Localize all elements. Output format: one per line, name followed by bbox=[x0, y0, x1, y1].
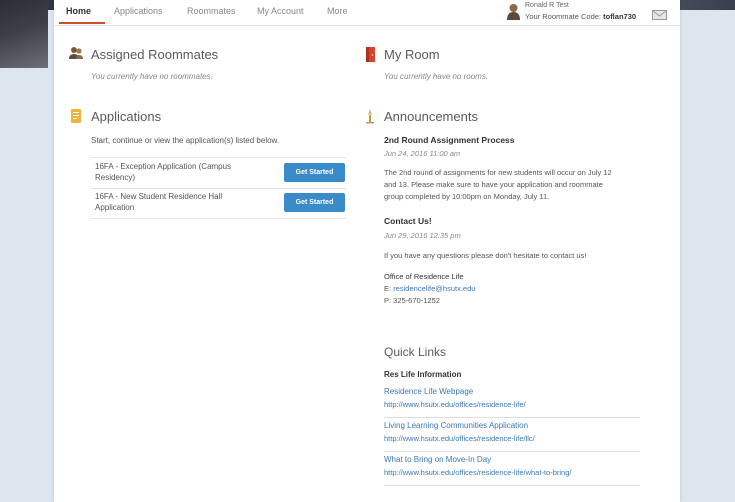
active-tab-indicator bbox=[59, 22, 105, 24]
user-avatar-icon[interactable] bbox=[506, 3, 521, 20]
main-panel: Home Applications Roommates My Account M… bbox=[54, 0, 680, 502]
quick-link-name[interactable]: Living Learning Communities Application bbox=[384, 421, 528, 430]
tab-applications[interactable]: Applications bbox=[114, 6, 163, 16]
roommate-code-value: toflan730 bbox=[603, 12, 637, 21]
roommates-title: Assigned Roommates bbox=[91, 47, 219, 62]
roommates-icon bbox=[69, 47, 83, 59]
get-started-button[interactable]: Get Started bbox=[284, 163, 345, 182]
quick-link-item: What to Bring on Move-In Day http://www.… bbox=[384, 453, 640, 486]
office-email-label: E: bbox=[384, 284, 392, 293]
office-phone: P: 325-670-1252 bbox=[384, 296, 440, 305]
my-room-empty-text: You currently have no rooms. bbox=[384, 72, 489, 81]
announcement-title: 2nd Round Assignment Process bbox=[384, 135, 515, 145]
quick-link-url[interactable]: http://www.hsutx.edu/offices/residence-l… bbox=[384, 434, 535, 443]
my-room-title: My Room bbox=[384, 47, 440, 62]
announcement-body: If you have any questions please don't h… bbox=[384, 250, 644, 262]
application-name-line2: Application bbox=[95, 202, 135, 212]
announcement-body-line: The 2nd round of assignments for new stu… bbox=[384, 168, 612, 177]
announcement-date: Jun 29, 2016 12:35 pm bbox=[384, 231, 461, 240]
announcement-date: Jun 24, 2016 11:00 am bbox=[384, 149, 461, 158]
office-contact: Office of Residence Life E: residencelif… bbox=[384, 271, 644, 307]
office-name: Office of Residence Life bbox=[384, 272, 464, 281]
application-row: 16FA - New Student Residence Hall Applic… bbox=[91, 188, 346, 219]
mail-icon[interactable] bbox=[652, 10, 667, 20]
office-email-link[interactable]: residencelife@hsutx.edu bbox=[393, 284, 475, 293]
roommate-code-label: Your Roommate Code: bbox=[525, 12, 602, 21]
header-banner-image-left bbox=[0, 0, 48, 68]
quick-link-url[interactable]: http://www.hsutx.edu/offices/residence-l… bbox=[384, 468, 571, 477]
quick-link-url[interactable]: http://www.hsutx.edu/offices/residence-l… bbox=[384, 400, 526, 409]
announcement-body-line: If you have any questions please don't h… bbox=[384, 251, 587, 260]
announcements-title: Announcements bbox=[384, 109, 478, 124]
announcement-body-line: group completed by 10:00pm on Monday, Ju… bbox=[384, 192, 550, 201]
get-started-button[interactable]: Get Started bbox=[284, 193, 345, 212]
application-name-line1: 16FA - Exception Application (Campus bbox=[95, 162, 232, 171]
quick-link-item: Living Learning Communities Application … bbox=[384, 419, 640, 452]
quick-link-item: Residence Life Webpage http://www.hsutx.… bbox=[384, 385, 640, 418]
application-name: 16FA - New Student Residence Hall Applic… bbox=[95, 192, 275, 213]
tab-home[interactable]: Home bbox=[66, 6, 91, 16]
user-name: Ronald R Test bbox=[525, 2, 569, 9]
announcements-icon bbox=[366, 109, 374, 124]
application-name-line1: 16FA - New Student Residence Hall bbox=[95, 192, 223, 201]
my-room-icon bbox=[366, 47, 375, 62]
roommate-code: Your Roommate Code: toflan730 bbox=[525, 12, 636, 21]
quick-links-title: Quick Links bbox=[384, 345, 447, 359]
application-name-line2: Residency) bbox=[95, 172, 136, 182]
quick-link-name[interactable]: What to Bring on Move-In Day bbox=[384, 455, 491, 464]
quick-links-subtitle: Res Life Information bbox=[384, 370, 462, 379]
announcement-title: Contact Us! bbox=[384, 216, 432, 226]
office-email-line: E: residencelife@hsutx.edu bbox=[384, 283, 644, 295]
roommates-empty-text: You currently have no roommates. bbox=[91, 72, 213, 81]
top-nav: Home Applications Roommates My Account M… bbox=[54, 0, 680, 26]
application-name: 16FA - Exception Application (Campus Res… bbox=[95, 162, 275, 183]
application-row: 16FA - Exception Application (Campus Res… bbox=[91, 157, 346, 189]
tab-roommates[interactable]: Roommates bbox=[187, 6, 236, 16]
applications-icon bbox=[71, 109, 81, 123]
quick-link-name[interactable]: Residence Life Webpage bbox=[384, 387, 473, 396]
applications-title: Applications bbox=[91, 109, 162, 124]
announcement-body: The 2nd round of assignments for new stu… bbox=[384, 167, 644, 203]
tab-more[interactable]: More bbox=[327, 6, 348, 16]
announcement-body-line: and 13. Please make sure to have your ap… bbox=[384, 180, 603, 189]
applications-intro: Start, continue or view the application(… bbox=[91, 136, 280, 145]
tab-my-account[interactable]: My Account bbox=[257, 6, 304, 16]
